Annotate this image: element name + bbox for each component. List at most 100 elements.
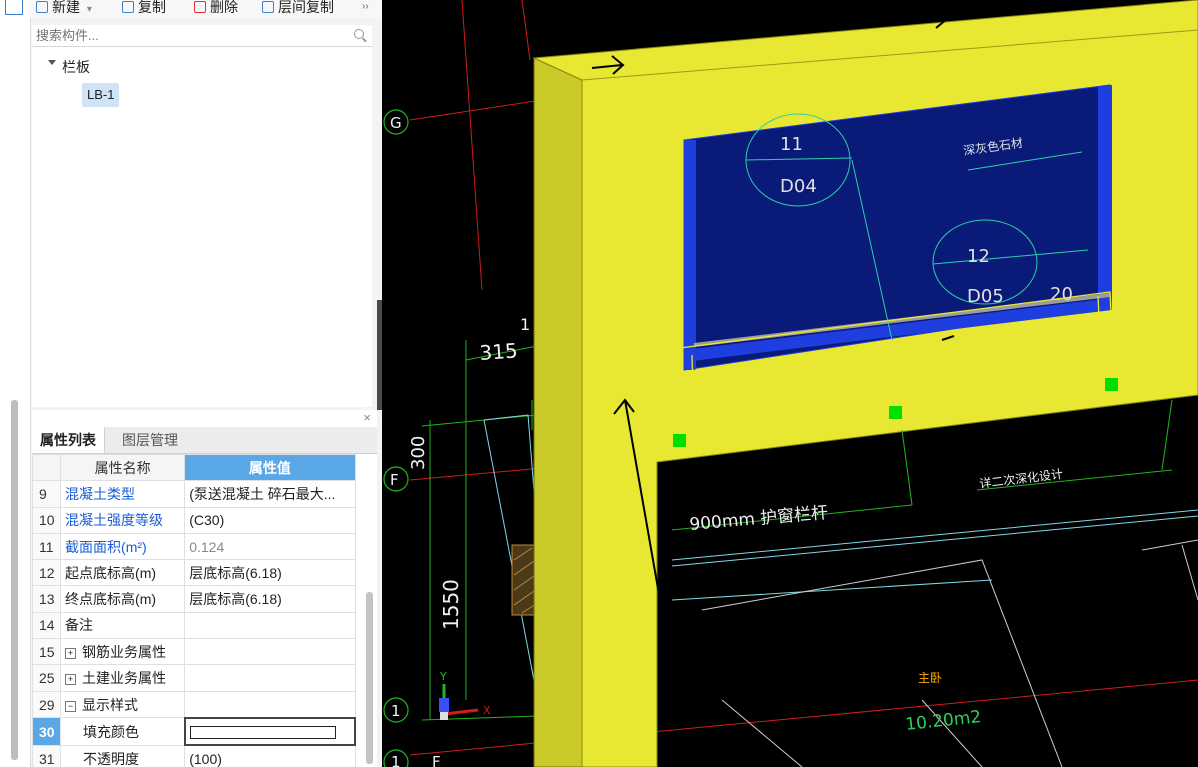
side-scrollbar[interactable] <box>11 400 18 760</box>
property-value[interactable]: (C30) <box>184 506 356 534</box>
property-group[interactable]: + 土建业务属性 <box>60 664 186 692</box>
circle1-bottom-text: D04 <box>780 176 817 197</box>
collapse-caret-icon[interactable] <box>48 60 56 65</box>
axis-label-f2: F <box>432 753 441 767</box>
table-header-row: 属性名称 属性值 <box>31 453 356 482</box>
circle2-top-text: 12 <box>967 246 990 267</box>
grip-handle-start[interactable] <box>673 434 686 447</box>
table-row[interactable]: 15 + 钢筋业务属性 <box>31 638 356 666</box>
tree-item-lb1[interactable]: LB-1 <box>82 83 120 107</box>
property-value <box>184 690 356 719</box>
row-number: 25 <box>31 664 62 692</box>
row-number: 11 <box>31 532 62 561</box>
list-icon[interactable] <box>5 0 23 15</box>
property-value[interactable]: (100) <box>184 744 356 767</box>
room-label: 主卧 <box>918 671 942 685</box>
more-button[interactable]: ›› <box>362 0 369 17</box>
left-panel: 新建 ▾ 复制 删除 层间复制 ›› 栏板 LB-1 × 属性列表 图层管理 <box>0 0 382 767</box>
property-name: 起点底标高(m) <box>60 559 186 587</box>
property-value <box>184 638 356 666</box>
property-name: 填充颜色 <box>60 717 186 746</box>
axis-label-f: F <box>390 471 399 489</box>
search-icon[interactable] <box>354 29 364 39</box>
property-name: 不透明度 <box>60 744 186 767</box>
grip-handle-mid[interactable] <box>889 406 902 419</box>
row-number: 30 <box>31 717 62 746</box>
table-row[interactable]: 10 混凝土强度等级 (C30) <box>31 506 356 534</box>
dimension-top: 1 <box>520 315 530 334</box>
tab-layers[interactable]: 图层管理 <box>114 427 186 453</box>
copy-button[interactable]: 复制 <box>122 0 166 17</box>
table-row[interactable]: 13 终点底标高(m) 层底标高(6.18) <box>31 585 356 613</box>
table-row[interactable]: 25 + 土建业务属性 <box>31 664 356 692</box>
close-icon[interactable]: × <box>363 410 371 425</box>
new-icon <box>36 1 48 13</box>
properties-scrollbar[interactable] <box>366 592 373 764</box>
delete-button[interactable]: 删除 <box>194 0 238 17</box>
tree-node-railing[interactable]: 栏板 <box>62 57 90 77</box>
dimension-315: 315 <box>479 338 519 365</box>
window-frame-right <box>1098 85 1112 307</box>
table-row[interactable]: 29 − 显示样式 <box>31 690 356 719</box>
cad-viewport[interactable]: 11 D04 12 D05 20 深灰色石材 900mm 护窗栏杆 详二次深化设… <box>382 0 1198 767</box>
component-toolbar: 新建 ▾ 复制 删除 层间复制 ›› <box>30 0 382 18</box>
table-row[interactable]: 11 截面面积(m²) 0.124 <box>31 532 356 561</box>
row-number: 29 <box>31 690 62 719</box>
table-row[interactable]: 9 混凝土类型 (泵送混凝土 碎石最大... <box>31 480 356 508</box>
dimension-1550: 1550 <box>439 579 463 630</box>
row-number: 15 <box>31 638 62 666</box>
expand-icon[interactable]: + <box>65 674 77 686</box>
slab-side-face <box>533 57 583 767</box>
property-name: 钢筋业务属性 <box>82 643 167 660</box>
fill-color-swatch[interactable] <box>189 726 336 740</box>
table-row[interactable]: 14 备注 <box>31 611 356 640</box>
property-value: 0.124 <box>184 532 356 561</box>
circle2-bottom-text: D05 <box>967 286 1004 307</box>
collapse-icon[interactable]: − <box>65 700 77 712</box>
row-number: 13 <box>31 585 62 613</box>
tab-properties[interactable]: 属性列表 <box>32 427 105 453</box>
floor-copy-button[interactable]: 层间复制 <box>262 0 334 17</box>
dimension-300: 300 <box>408 436 429 470</box>
label-20: 20 <box>1050 284 1073 305</box>
property-value <box>184 664 356 692</box>
property-value[interactable] <box>184 611 356 640</box>
ucs-y-label: Y <box>439 670 447 683</box>
property-value[interactable]: (泵送混凝土 碎石最大... <box>184 480 356 508</box>
row-number: 9 <box>31 480 62 508</box>
property-value[interactable]: 层底标高(6.18) <box>184 585 356 613</box>
row-number: 31 <box>31 744 62 767</box>
row-number: 12 <box>31 559 62 587</box>
header-number <box>31 453 62 482</box>
property-name: 显示样式 <box>82 696 139 713</box>
header-value: 属性值 <box>184 453 356 482</box>
header-name: 属性名称 <box>60 453 186 482</box>
property-value[interactable] <box>183 716 357 747</box>
component-tree: 栏板 LB-1 <box>32 47 372 407</box>
property-name: 土建业务属性 <box>82 670 167 687</box>
property-name: 备注 <box>60 611 186 640</box>
property-group[interactable]: + 钢筋业务属性 <box>60 638 186 666</box>
property-name: 截面面积(m²) <box>60 532 186 561</box>
table-row-selected[interactable]: 30 填充颜色 <box>31 716 357 747</box>
search-input[interactable] <box>32 25 340 45</box>
grip-handle-end[interactable] <box>1105 378 1118 391</box>
new-button[interactable]: 新建 ▾ <box>36 0 92 17</box>
property-name: 终点底标高(m) <box>60 585 186 613</box>
property-group[interactable]: − 显示样式 <box>60 690 186 719</box>
property-name: 混凝土强度等级 <box>60 506 186 534</box>
delete-icon <box>194 1 206 13</box>
properties-table: 属性名称 属性值 9 混凝土类型 (泵送混凝土 碎石最大... 10 混凝土强度… <box>31 453 357 767</box>
ucs-x-label: X <box>483 704 491 717</box>
copy-icon <box>122 1 134 13</box>
drawing-canvas[interactable]: 11 D04 12 D05 20 深灰色石材 900mm 护窗栏杆 详二次深化设… <box>382 0 1198 767</box>
dropdown-arrow-icon[interactable]: ▾ <box>87 4 92 15</box>
floor-copy-icon <box>262 1 274 13</box>
table-row[interactable]: 12 起点底标高(m) 层底标高(6.18) <box>31 559 356 587</box>
properties-panel: × 属性列表 图层管理 属性名称 属性值 9 混凝土类型 (泵送混凝土 碎石最大… <box>31 410 377 767</box>
property-value[interactable]: 层底标高(6.18) <box>184 559 356 587</box>
expand-icon[interactable]: + <box>65 647 77 659</box>
axis-label-1: 1 <box>391 702 401 720</box>
circle1-top-text: 11 <box>780 134 803 155</box>
table-row[interactable]: 31 不透明度 (100) <box>31 744 356 767</box>
